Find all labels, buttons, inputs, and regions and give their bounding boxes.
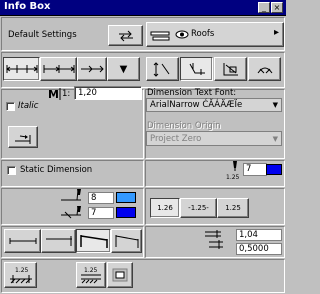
eye-icon	[175, 30, 189, 39]
detail-marker-icon	[112, 268, 128, 282]
tab-slope-button[interactable]	[214, 57, 247, 81]
dim-type-baseline-button[interactable]	[40, 57, 77, 81]
layers-icon	[150, 31, 170, 41]
witness-custom-icon	[115, 235, 138, 248]
dim-type-dropdown-button[interactable]: ▼	[107, 57, 140, 81]
witness-short-icon	[45, 236, 72, 246]
svg-text:1.25: 1.25	[84, 267, 98, 274]
dimension-pen-swatch[interactable]	[116, 192, 136, 203]
marker-pen-swatch[interactable]	[116, 207, 136, 218]
witness-long-icon	[79, 235, 108, 248]
extension-offset-input[interactable]: 0,5000	[236, 243, 282, 255]
font-label: Dimension Text Font:	[147, 88, 237, 98]
window-title: Info Box	[4, 1, 51, 12]
italic-checkbox[interactable]	[6, 102, 15, 111]
layer-name: Roofs	[191, 29, 215, 39]
angled-dim-icon	[189, 63, 205, 75]
text-size-icon: M	[48, 88, 61, 101]
arc-length-icon: 1.25	[9, 267, 32, 284]
text-pen-input[interactable]: 7	[243, 163, 267, 176]
bottom-panel	[1, 259, 285, 293]
origin-dropdown: Project Zero ▼	[146, 131, 282, 146]
extension-value-input[interactable]: 1,04	[236, 229, 282, 241]
baseline-dim-icon	[43, 65, 75, 73]
marker-pen-input[interactable]: 7	[88, 207, 114, 219]
svg-text:M: M	[48, 88, 59, 101]
font-dropdown[interactable]: ArialNarrow ĆĂÁÄÆÏe ▼	[146, 98, 282, 112]
close-button[interactable]: ×	[271, 2, 283, 13]
text-pen-scale: 1.25	[226, 174, 240, 181]
level-dimension-button[interactable]: 1.25	[76, 262, 106, 288]
static-dimension-label: Static Dimension	[20, 165, 93, 175]
svg-text:1.25: 1.25	[15, 267, 29, 274]
dim-type-linear-button[interactable]	[3, 57, 40, 81]
text-pen-swatch[interactable]	[266, 164, 282, 175]
marker-pen-icon	[61, 206, 81, 219]
static-dimension-checkbox[interactable]	[7, 166, 16, 175]
text-position-button[interactable]	[8, 126, 38, 148]
witness-none-icon	[9, 238, 36, 244]
format-inline-button[interactable]: -1.25-	[180, 198, 217, 218]
dim-type-cumulative-button[interactable]	[77, 57, 107, 81]
level-dimension-icon: 1.25	[81, 267, 101, 284]
dimension-pen-input[interactable]: 8	[88, 192, 114, 204]
settings-dialog-button[interactable]	[108, 25, 143, 46]
witness-none-button[interactable]	[4, 229, 41, 253]
arc-dim-icon	[257, 67, 272, 74]
settings-icon	[118, 30, 133, 41]
witness-short-button[interactable]	[41, 229, 76, 253]
text-size-input[interactable]: 1,20	[74, 86, 142, 100]
text-pen-icon	[233, 161, 237, 171]
text-size-label: 1:	[62, 89, 71, 99]
default-settings-label: Default Settings	[8, 30, 77, 40]
linear-dim-icon	[5, 65, 38, 73]
tab-arc-button[interactable]	[248, 57, 281, 81]
extension-length-icon	[205, 230, 223, 249]
chevron-down-icon: ▼	[272, 101, 278, 109]
vertical-dim-icon	[153, 62, 169, 77]
format-below-button[interactable]: 1.25	[217, 198, 249, 218]
tab-vertical-button[interactable]	[146, 57, 179, 81]
text-position-icon	[15, 135, 31, 144]
slope-dim-icon	[223, 63, 238, 76]
layer-menu-arrow: ▸	[273, 27, 279, 38]
origin-label: Dimension Origin	[147, 121, 221, 131]
italic-label: Italic	[18, 101, 39, 111]
detail-marker-button[interactable]	[107, 262, 133, 288]
minimize-button[interactable]: _	[258, 2, 270, 13]
tab-angled-button[interactable]	[180, 57, 213, 81]
dimension-pen-icon	[61, 189, 81, 201]
layer-selector[interactable]: Roofs ▸	[146, 22, 284, 47]
chevron-down-icon: ▼	[272, 134, 278, 143]
cumulative-dim-icon	[81, 65, 104, 73]
witness-long-button[interactable]	[76, 229, 111, 253]
title-bar: Info Box _ ×	[0, 0, 286, 16]
dropdown-arrow-icon: ▼	[119, 63, 128, 75]
arc-length-button[interactable]: 1.25	[4, 262, 37, 288]
format-above-button[interactable]: 1.26	[150, 198, 180, 218]
witness-custom-button[interactable]	[111, 229, 142, 253]
